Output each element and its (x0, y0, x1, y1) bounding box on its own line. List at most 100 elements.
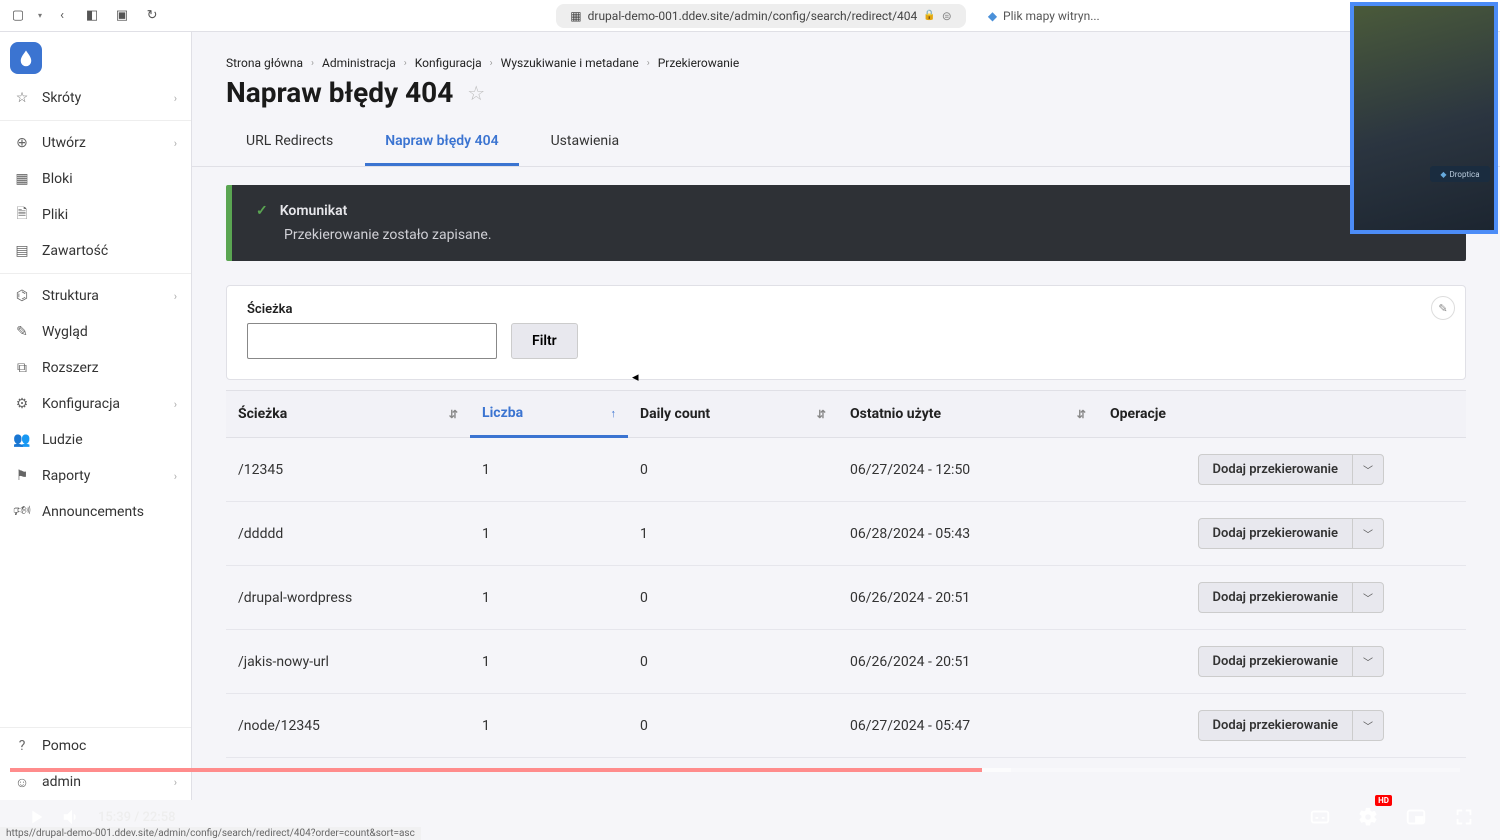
refresh-icon[interactable]: ↻ (142, 6, 162, 26)
chevron-right-icon: › (647, 58, 650, 69)
video-player-bar: 15:39 / 22:58 HD (0, 768, 1500, 840)
op-button-label[interactable]: Dodaj przekierowanie (1199, 519, 1352, 548)
sidebar-item-wygląd[interactable]: ✎Wygląd (0, 314, 191, 350)
play-button[interactable] (18, 799, 54, 835)
settings-button[interactable]: HD (1350, 799, 1386, 835)
cell-count: 1 (470, 566, 628, 629)
cell-count: 1 (470, 438, 628, 501)
captions-button[interactable] (1302, 799, 1338, 835)
breadcrumb-link[interactable]: Wyszukiwanie i metadane (501, 56, 639, 70)
sidebar-item-label: Raporty (42, 468, 90, 484)
table-row: /node/123451006/27/2024 - 05:47Dodaj prz… (226, 694, 1466, 758)
add-redirect-button[interactable]: Dodaj przekierowanie﹀ (1198, 710, 1384, 741)
chevron-down-icon[interactable]: ﹀ (1352, 711, 1383, 740)
status-message: ✓ Komunikat Przekierowanie zostało zapis… (226, 185, 1466, 261)
cell-path: /jakis-nowy-url (226, 630, 470, 693)
file-icon: 🗎 (14, 207, 30, 223)
sidebar-item-zawartość[interactable]: ▤Zawartość (0, 233, 191, 269)
cell-ops: Dodaj przekierowanie﹀ (1098, 630, 1466, 693)
breadcrumb-link[interactable]: Administracja (322, 56, 396, 70)
player-time: 15:39 / 22:58 (98, 810, 176, 825)
sidebar-item-label: Zawartość (42, 243, 108, 259)
sidebar-item-bloki[interactable]: ▦Bloki (0, 161, 191, 197)
table-row: /ddddd1106/28/2024 - 05:43Dodaj przekier… (226, 502, 1466, 566)
main-content: Strona główna › Administracja › Konfiguracja… (192, 32, 1500, 800)
breadcrumb-link[interactable]: Strona główna (226, 56, 303, 70)
back-icon[interactable]: ‹ (52, 6, 72, 26)
sidebar-item-announcements[interactable]: 🕬Announcements (0, 494, 191, 530)
panel-icon[interactable]: ▣ (112, 6, 132, 26)
op-button-label[interactable]: Dodaj przekierowanie (1199, 455, 1352, 484)
chevron-down-icon[interactable]: ﹀ (1352, 519, 1383, 548)
add-redirect-button[interactable]: Dodaj przekierowanie﹀ (1198, 646, 1384, 677)
th-daily[interactable]: Daily count⇵ (628, 391, 838, 437)
tab-url-redirects[interactable]: URL Redirects (226, 121, 353, 166)
sidebar-item-raporty[interactable]: ⚑Raporty› (0, 458, 191, 494)
cell-ops: Dodaj przekierowanie﹀ (1098, 502, 1466, 565)
tab-ustawienia[interactable]: Ustawienia (531, 121, 640, 166)
chevron-right-icon: › (174, 398, 177, 411)
sidebar-item-pomoc[interactable]: ?Pomoc (0, 728, 191, 764)
tab-napraw-błędy-404[interactable]: Napraw błędy 404 (365, 121, 518, 166)
address-bar[interactable]: ▦ drupal-demo-001.ddev.site/admin/config… (556, 4, 966, 28)
bookmark-pill[interactable]: ◆ Plik mapy witryn... (980, 4, 1108, 28)
cell-count: 1 (470, 630, 628, 693)
chevron-down-icon[interactable]: ﹀ (1352, 583, 1383, 612)
drupal-logo[interactable] (10, 42, 42, 74)
filter-path-input[interactable] (247, 323, 497, 359)
add-redirect-button[interactable]: Dodaj przekierowanie﹀ (1198, 582, 1384, 613)
progress-track[interactable] (10, 768, 1460, 772)
add-redirect-button[interactable]: Dodaj przekierowanie﹀ (1198, 518, 1384, 549)
cell-last: 06/26/2024 - 20:51 (838, 630, 1098, 693)
sidebar-item-pliki[interactable]: 🗎 Pliki (0, 197, 191, 233)
shield-icon[interactable]: ◧ (82, 6, 102, 26)
table-row: /jakis-nowy-url1006/26/2024 - 20:51Dodaj… (226, 630, 1466, 694)
results-table: Ścieżka⇵ Liczba↑ Daily count⇵ Ostatnio u… (226, 390, 1466, 758)
blocks-icon: ▦ (14, 171, 30, 187)
sidebar-toggle-icon[interactable]: ▢ (8, 6, 28, 26)
brush-icon: ✎ (14, 324, 30, 340)
reader-icon[interactable]: ⊜ (942, 9, 952, 23)
op-button-label[interactable]: Dodaj przekierowanie (1199, 711, 1352, 740)
cell-count: 1 (470, 694, 628, 757)
add-redirect-button[interactable]: Dodaj przekierowanie﹀ (1198, 454, 1384, 485)
filter-button[interactable]: Filtr (511, 323, 578, 359)
progress-loaded (10, 768, 1011, 772)
cell-last: 06/27/2024 - 05:47 (838, 694, 1098, 757)
star-icon: ☆ (14, 90, 30, 106)
th-last[interactable]: Ostatnio użyte⇵ (838, 391, 1098, 437)
help-icon: ? (14, 738, 30, 754)
sidebar-item-skróty[interactable]: ☆Skróty› (0, 80, 191, 116)
extend-icon: ⧉ (14, 360, 30, 376)
breadcrumb-link[interactable]: Przekierowanie (658, 56, 739, 70)
sidebar-item-ludzie[interactable]: 👥Ludzie (0, 422, 191, 458)
dropdown-icon[interactable]: ▾ (38, 11, 42, 20)
op-button-label[interactable]: Dodaj przekierowanie (1199, 583, 1352, 612)
chevron-down-icon[interactable]: ﹀ (1352, 647, 1383, 676)
lock-icon: ▦ (570, 9, 581, 23)
edit-pencil-icon[interactable]: ✎ (1431, 296, 1455, 320)
th-path[interactable]: Ścieżka⇵ (226, 391, 470, 437)
chevron-right-icon: › (174, 290, 177, 303)
favorite-star-icon[interactable]: ☆ (467, 81, 485, 105)
chevron-right-icon: › (490, 58, 493, 69)
op-button-label[interactable]: Dodaj przekierowanie (1199, 647, 1352, 676)
chevron-down-icon[interactable]: ﹀ (1352, 455, 1383, 484)
chevron-right-icon: › (174, 92, 177, 105)
sidebar-item-label: Pliki (42, 207, 68, 223)
breadcrumb: Strona główna › Administracja › Konfiguracja… (192, 32, 1500, 70)
sidebar-item-struktura[interactable]: ⌬Struktura› (0, 278, 191, 314)
table-row: /drupal-wordpress1006/26/2024 - 20:51Dod… (226, 566, 1466, 630)
volume-button[interactable] (54, 799, 90, 835)
message-title: Komunikat (280, 203, 348, 219)
th-count[interactable]: Liczba↑ (470, 391, 628, 438)
breadcrumb-link[interactable]: Konfiguracja (415, 56, 482, 70)
fullscreen-button[interactable] (1446, 799, 1482, 835)
cell-path: /node/12345 (226, 694, 470, 757)
miniplayer-button[interactable] (1398, 799, 1434, 835)
cell-daily: 0 (628, 438, 838, 501)
webcam-badge: ◆Droptica (1430, 166, 1490, 182)
sidebar-item-rozszerz[interactable]: ⧉Rozszerz (0, 350, 191, 386)
sidebar-item-utwórz[interactable]: ⊕Utwórz› (0, 125, 191, 161)
sidebar-item-konfiguracja[interactable]: ⚙Konfiguracja› (0, 386, 191, 422)
